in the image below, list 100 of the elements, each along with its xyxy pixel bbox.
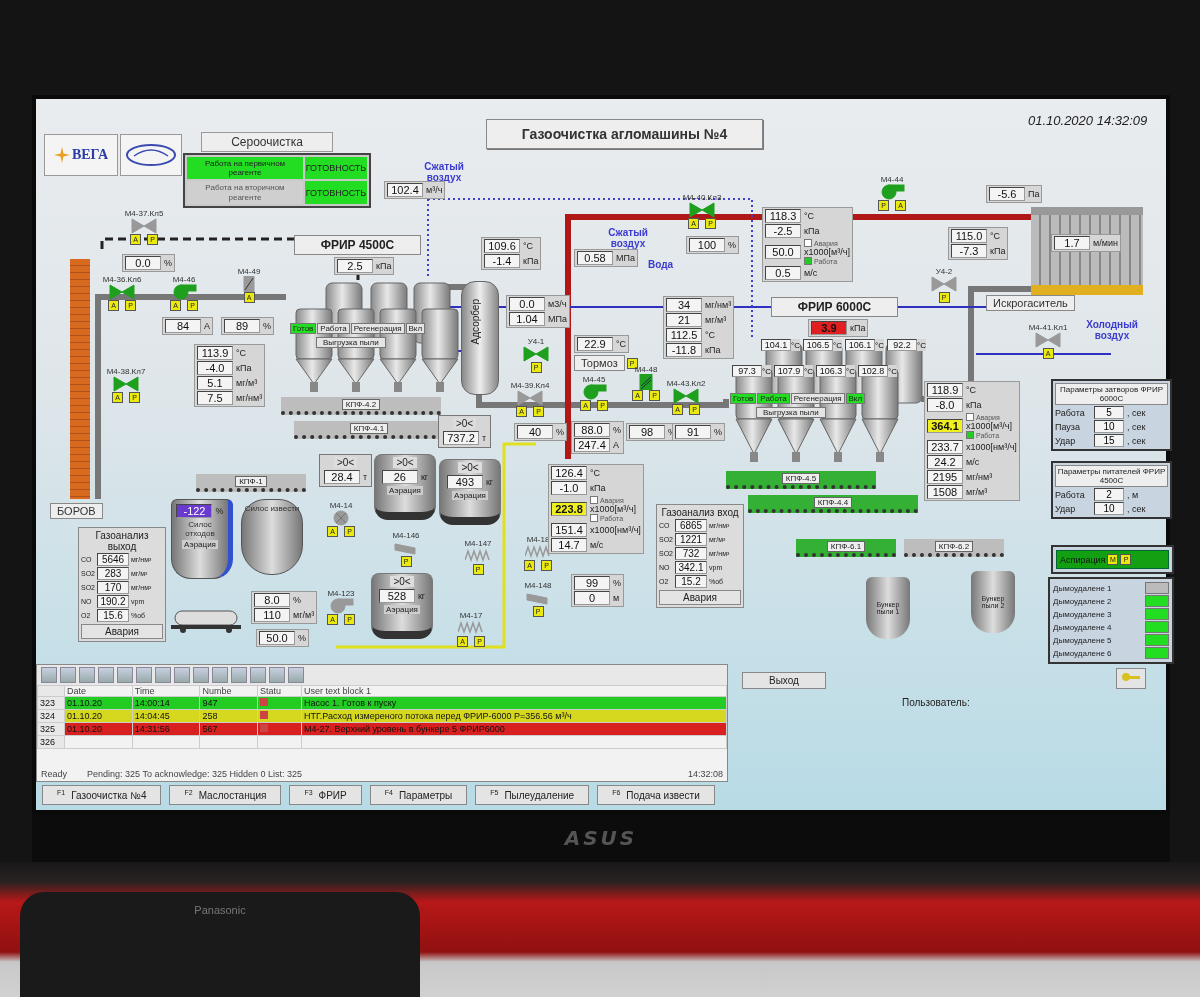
unit-label: % xyxy=(613,425,621,435)
valve-icon[interactable] xyxy=(113,376,139,392)
toolbar-icon[interactable] xyxy=(155,667,171,683)
table-cell: 01.10.20 xyxy=(64,709,133,723)
screw-conveyor-icon[interactable] xyxy=(458,620,484,636)
fan-icon[interactable] xyxy=(879,184,905,200)
toolbar-icon[interactable] xyxy=(288,667,304,683)
toolbar-icon[interactable] xyxy=(41,667,57,683)
value-field: 2195 xyxy=(927,470,963,484)
toolbar-icon[interactable] xyxy=(193,667,209,683)
fan-icon[interactable] xyxy=(328,598,354,614)
value-field: -1.0 xyxy=(551,481,587,495)
unit-label: °C xyxy=(590,468,601,478)
function-key-button[interactable]: $^{F6}$ Подача извести xyxy=(597,785,715,806)
gate-icon[interactable] xyxy=(525,590,551,606)
value-field: 113.9 xyxy=(197,346,233,360)
toolbar-icon[interactable] xyxy=(250,667,266,683)
value-field: 109.6 xyxy=(484,239,520,253)
toolbar-icon[interactable] xyxy=(79,667,95,683)
mode-label[interactable]: Работа на вторичном реагенте xyxy=(187,181,303,204)
unit-label: % xyxy=(298,633,306,643)
device-tag: М4-40.Кл3 xyxy=(682,193,722,202)
panel-title: Параметры питателей ФРИР 4500С xyxy=(1055,465,1168,487)
conveyor-label: КПФ-4.5 xyxy=(781,472,821,484)
fan-icon[interactable] xyxy=(581,384,607,400)
value-field: 14.7 xyxy=(551,538,587,552)
unit-label: м xyxy=(613,593,620,603)
table-cell: 01.10.20 xyxy=(64,722,133,736)
mode-label[interactable]: Работа на первичном реагенте xyxy=(187,157,303,180)
toolbar-icon[interactable] xyxy=(60,667,76,683)
smoke-removal-label: Дымоудалене 2 xyxy=(1053,596,1112,606)
toolbar-icon[interactable] xyxy=(231,667,247,683)
value-field: 190.2 xyxy=(97,595,129,608)
alarm-button[interactable]: Авария xyxy=(659,590,741,605)
alarm-row[interactable]: 326 xyxy=(37,735,727,749)
valve-icon[interactable] xyxy=(673,388,699,404)
unit-label: мг/м³ xyxy=(705,315,727,325)
smoke-removal-label: Дымоудалене 1 xyxy=(1053,583,1112,593)
label: Сжатый воздух xyxy=(607,227,649,249)
unit-label: , сек xyxy=(1127,421,1146,432)
valve-icon[interactable] xyxy=(109,284,135,300)
unit-label: кПа xyxy=(804,226,820,236)
unit-label: °C xyxy=(966,385,977,395)
label: Вода xyxy=(648,259,674,270)
gate-icon[interactable] xyxy=(393,540,419,556)
function-key-button[interactable]: $^{F3}$ ФРИР xyxy=(289,785,362,806)
clock-text: 14:32:08 xyxy=(687,769,723,779)
function-key-button[interactable]: $^{F5}$ Пылеудаление xyxy=(475,785,590,806)
function-key-button[interactable]: $^{F1}$ Газоочистка №4 xyxy=(42,785,162,806)
toolbar-icon[interactable] xyxy=(174,667,190,683)
toolbar-icon[interactable] xyxy=(269,667,285,683)
toolbar-icon[interactable] xyxy=(212,667,228,683)
unit-label: °C xyxy=(762,366,771,376)
label: Адсорбер xyxy=(470,299,481,345)
panel-title: Газоанализ вход xyxy=(660,507,740,518)
toolbar-icon[interactable] xyxy=(117,667,133,683)
unit-label: т xyxy=(482,433,487,443)
value-field: 88.0 xyxy=(574,423,610,437)
status-label: ГОТОВНОСТЬ xyxy=(305,157,367,180)
status-label: Выгрузка пыли xyxy=(316,337,386,348)
login-button[interactable] xyxy=(1116,668,1146,689)
value-field[interactable]: 2 xyxy=(1094,488,1124,501)
value-field[interactable]: 10 xyxy=(1094,502,1124,515)
table-cell: 14:00:14 xyxy=(132,696,200,710)
value-field: 493 xyxy=(446,475,483,489)
state-indicator: Регенерация xyxy=(790,393,845,404)
valve-icon[interactable] xyxy=(689,202,715,218)
valve-icon[interactable] xyxy=(517,390,543,406)
function-key-button[interactable]: $^{F2}$ Маслостанция xyxy=(169,785,282,806)
fan-icon[interactable] xyxy=(171,284,197,300)
label: Сжатый воздух xyxy=(423,161,465,183)
unit-label: % xyxy=(613,578,621,588)
state-indicator: Работа xyxy=(317,323,350,334)
alarm-button[interactable]: Авария xyxy=(81,624,163,639)
value-field[interactable]: 10 xyxy=(1094,420,1124,433)
value-field: 126.4 xyxy=(551,466,587,480)
table-cell: 567 xyxy=(199,722,258,736)
section-title: Сероочистка xyxy=(201,132,333,152)
screw-conveyor-icon[interactable] xyxy=(465,548,491,564)
device-tag: М4-14 xyxy=(329,501,353,510)
unit-label: кПа xyxy=(705,345,721,355)
unit-label: м³/ч xyxy=(426,185,443,195)
value-field: 0.58 xyxy=(577,251,613,265)
unit-label: °C xyxy=(846,366,855,376)
value-field: 28.4 xyxy=(324,470,360,484)
value-field: 223.8 xyxy=(551,502,587,516)
exit-button[interactable]: Выход xyxy=(742,672,826,689)
value-field[interactable]: 15 xyxy=(1094,434,1124,447)
value-field[interactable]: 5 xyxy=(1094,406,1124,419)
table-cell: 14:04:45 xyxy=(132,709,200,723)
unit-label: °C xyxy=(833,340,842,350)
zero-label: >0< xyxy=(390,576,414,587)
device-tag: У4-1 xyxy=(527,337,545,346)
value-field: 22.9 xyxy=(577,337,613,351)
key-icon xyxy=(1121,670,1141,684)
toolbar-icon[interactable] xyxy=(98,667,114,683)
function-key-button[interactable]: $^{F4}$ Параметры xyxy=(369,785,468,806)
screw-conveyor-icon[interactable] xyxy=(525,544,551,560)
valve-icon[interactable] xyxy=(523,346,549,362)
toolbar-icon[interactable] xyxy=(136,667,152,683)
